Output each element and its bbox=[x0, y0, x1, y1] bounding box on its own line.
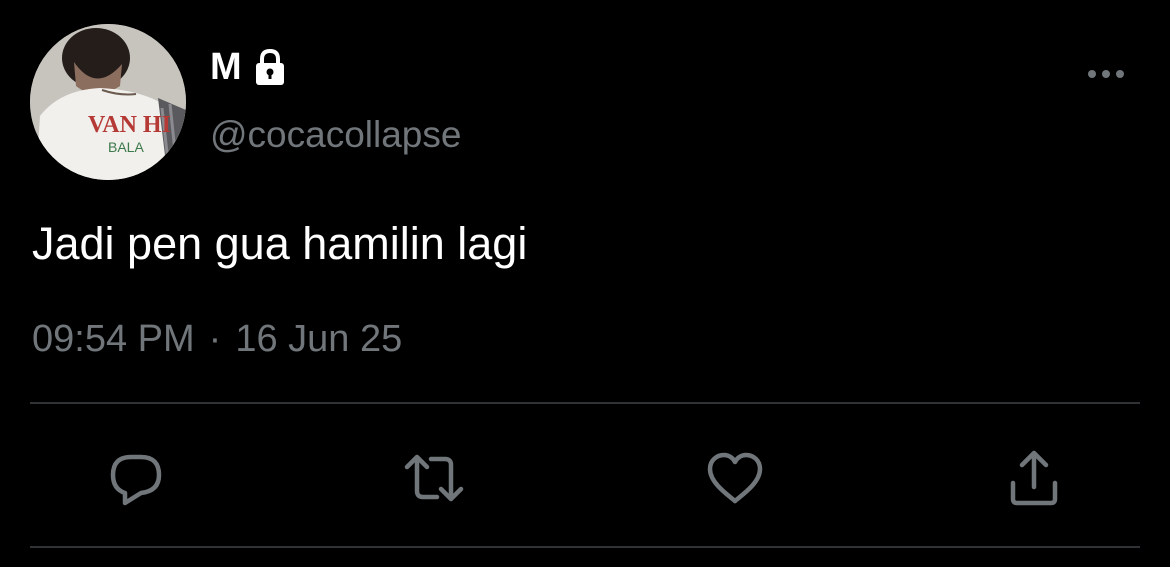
retweet-icon bbox=[404, 454, 464, 502]
tweet-date[interactable]: 16 Jun 25 bbox=[235, 318, 402, 360]
lock-icon bbox=[250, 47, 290, 87]
avatar-image: VAN HI BALA bbox=[30, 24, 186, 180]
share-icon bbox=[1010, 450, 1058, 506]
reply-button[interactable] bbox=[98, 440, 174, 516]
avatar-shirt-text-top: VAN HI bbox=[88, 112, 171, 138]
more-horizontal-icon[interactable] bbox=[1084, 62, 1128, 86]
divider-bottom bbox=[30, 546, 1140, 548]
share-button[interactable] bbox=[996, 440, 1072, 516]
display-name[interactable]: M bbox=[210, 46, 242, 89]
avatar[interactable]: VAN HI BALA bbox=[30, 24, 186, 180]
author-name-row: M bbox=[210, 44, 290, 90]
heart-icon bbox=[707, 452, 763, 504]
tweet-metadata: 09:54 PM · 16 Jun 25 bbox=[32, 318, 402, 361]
user-handle[interactable]: @cocacollapse bbox=[210, 114, 461, 156]
meta-separator: · bbox=[208, 318, 222, 360]
retweet-button[interactable] bbox=[396, 440, 472, 516]
tweet-text: Jadi pen gua hamilin lagi bbox=[32, 218, 528, 269]
reply-icon bbox=[110, 454, 162, 506]
avatar-shirt-text-bottom: BALA bbox=[108, 139, 144, 155]
tweet-actions-bar bbox=[0, 440, 1170, 516]
divider-top bbox=[30, 402, 1140, 404]
tweet-time[interactable]: 09:54 PM bbox=[32, 318, 195, 360]
like-button[interactable] bbox=[697, 440, 773, 516]
